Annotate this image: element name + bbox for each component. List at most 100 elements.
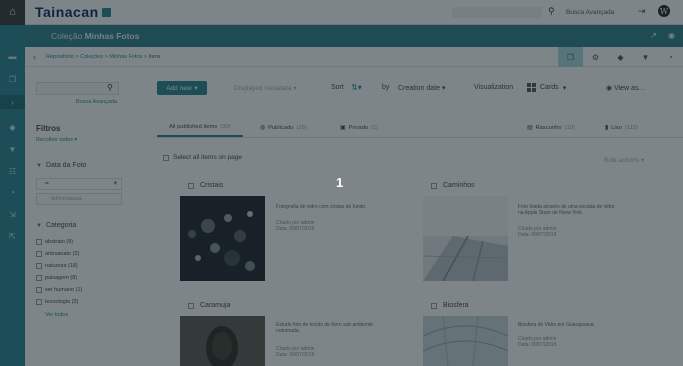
category-checkbox[interactable]: natureza (18) (36, 263, 78, 269)
tab-all-published[interactable]: All published items (30) (157, 118, 243, 137)
left-sidebar: ▬ ❐ › ◆ ▼ ☷ ◔ ⇲ ⇱ (0, 25, 25, 366)
collection-title: Coleção Minhas Fotos (51, 31, 140, 41)
items-icon[interactable]: ❐ (0, 72, 25, 86)
sort-order-icon[interactable]: ⇅▾ (351, 83, 362, 92)
sort-field-dropdown[interactable]: Creation date ▾ (398, 84, 446, 92)
tab-draft[interactable]: ▤ Rascunho (10) (527, 118, 575, 137)
category-checkbox[interactable]: tecnologia (3) (36, 299, 78, 305)
import-icon[interactable]: ⇲ (0, 207, 25, 221)
tags-icon[interactable]: ◆ (0, 120, 25, 134)
collection-header: Coleção Minhas Fotos ↗ ◉ (25, 25, 683, 47)
chevron-down-icon: ▾ (562, 84, 567, 92)
taxonomy-icon[interactable]: ☷ (0, 164, 25, 178)
card-title[interactable]: Caramuja (200, 302, 230, 309)
activity-icon[interactable]: ◔ (0, 185, 25, 199)
checkbox[interactable] (36, 299, 42, 305)
logo-text: Tainacan (35, 4, 99, 20)
date-input[interactable]: dd/mm/aaaa (36, 193, 122, 205)
date-operator-select[interactable]: = ▾ (36, 178, 122, 190)
status-tabs: All published items (30) ◍ Publicado (29) ▣… (157, 118, 683, 138)
tab-trash[interactable]: ▮ Lixo (112) (605, 118, 638, 137)
search-icon[interactable]: ⚲ (548, 6, 555, 17)
add-new-button[interactable]: Add new ▾ (157, 81, 207, 95)
breadcrumb-repository[interactable]: Repositório (46, 54, 74, 60)
settings-gear-icon[interactable]: ⚙ (583, 47, 608, 67)
draft-icon: ▤ (527, 124, 533, 131)
select-all-checkbox[interactable]: Select all items on page (163, 154, 242, 161)
card-header[interactable]: Biosfera (431, 302, 469, 309)
tab-published[interactable]: ◍ Publicado (29) (260, 118, 307, 137)
category-checkbox[interactable]: artesanato (2) (36, 251, 79, 257)
checkbox[interactable] (36, 251, 42, 257)
card-title[interactable]: Cristais (200, 182, 223, 189)
checkbox[interactable] (36, 263, 42, 269)
app-logo[interactable]: Tainacan (35, 4, 111, 20)
date-filter-header[interactable]: ▼ Data da Foto (36, 162, 86, 169)
card-thumbnail[interactable] (180, 316, 265, 366)
displayed-metadata-dropdown[interactable]: Displayed metadata ▾ (234, 84, 297, 92)
breadcrumb-collections[interactable]: Coleções (80, 54, 103, 60)
view-as-button[interactable]: ◉ View as... (606, 84, 644, 92)
pine-cone-image (180, 316, 265, 366)
category-checkbox[interactable]: abstrato (9) (36, 239, 73, 245)
card-title[interactable]: Biosfera (443, 302, 469, 309)
card-header[interactable]: Caramuja (188, 302, 230, 309)
crystals-image (180, 196, 265, 281)
category-checkbox[interactable]: paisagem (8) (36, 275, 77, 281)
items-list-icon[interactable]: ❐ (558, 47, 583, 67)
sort-label: Sort (331, 84, 344, 91)
collection-arrow-icon[interactable]: › (0, 95, 25, 109)
checkbox[interactable] (188, 302, 194, 309)
back-arrow-icon[interactable]: ‹ (33, 52, 36, 62)
card-description: Foto tirada através de uma escada de vid… (518, 204, 615, 216)
metadata-tag-icon[interactable]: ◆ (608, 47, 633, 67)
filters-funnel-icon[interactable]: ▼ (633, 47, 658, 67)
eye-icon[interactable]: ◉ (668, 31, 675, 40)
checkbox[interactable] (431, 182, 437, 189)
card-thumbnail[interactable] (423, 196, 508, 281)
checkbox[interactable] (36, 287, 42, 293)
card-description: Estudo foto de tecido de forro sob ambie… (276, 322, 374, 334)
card-meta: Criado por admin Data: 09/07/2019 (276, 220, 315, 232)
filter-icon[interactable]: ▼ (0, 142, 25, 156)
exit-icon[interactable]: ⇥ (638, 6, 646, 17)
globe-icon: ◍ (260, 124, 266, 131)
advanced-search-link[interactable]: Busca Avançada (566, 9, 614, 16)
caret-down-icon: ▼ (36, 223, 42, 229)
card-title[interactable]: Caminhos (443, 182, 475, 189)
card-thumbnail[interactable] (423, 316, 508, 366)
tab-private[interactable]: ▣ Privado (1) (340, 118, 378, 137)
export-icon[interactable]: ⇱ (0, 229, 25, 243)
card-header[interactable]: Cristais (188, 182, 223, 189)
breadcrumb-separator: > (104, 53, 108, 60)
card-header[interactable]: Caminhos (431, 182, 475, 189)
collapse-all-link[interactable]: Recolher todos ▾ (36, 137, 77, 143)
trash-icon: ▮ (605, 124, 609, 131)
wordpress-icon[interactable]: W (658, 5, 670, 17)
breadcrumb-collection[interactable]: Minhas Fotos (109, 54, 142, 60)
search-icon[interactable]: ⚲ (107, 83, 113, 92)
chevron-down-icon: ▾ (441, 85, 446, 92)
bulk-actions-dropdown[interactable]: Bulk actions ▾ (604, 156, 644, 164)
checkbox[interactable] (163, 154, 169, 161)
checkbox[interactable] (188, 182, 194, 189)
see-all-link[interactable]: Ver todos (45, 312, 68, 318)
activities-icon[interactable]: ◔ (658, 47, 683, 67)
top-search-input[interactable] (452, 7, 542, 18)
view-mode-dropdown[interactable]: Cards ▾ (527, 83, 566, 92)
checkbox[interactable] (36, 239, 42, 245)
category-checkbox[interactable]: ser humano (1) (36, 287, 82, 293)
external-link-icon[interactable]: ↗ (650, 31, 657, 40)
advanced-search-link[interactable]: Busca Avançada (76, 99, 117, 105)
visualization-label: Visualization (474, 84, 514, 91)
card-thumbnail[interactable] (180, 196, 265, 281)
glass-stairs-image (423, 196, 508, 281)
lock-icon: ▣ (340, 124, 346, 131)
home-icon[interactable]: ⌂ (0, 0, 25, 25)
logo-mark-icon (101, 7, 111, 17)
checkbox[interactable] (431, 302, 437, 309)
card-meta: Criado por admin Data: 09/07/2019 (518, 226, 557, 238)
checkbox[interactable] (36, 275, 42, 281)
collections-icon[interactable]: ▬ (0, 49, 25, 63)
category-filter-header[interactable]: ▼ Categoria (36, 222, 76, 229)
